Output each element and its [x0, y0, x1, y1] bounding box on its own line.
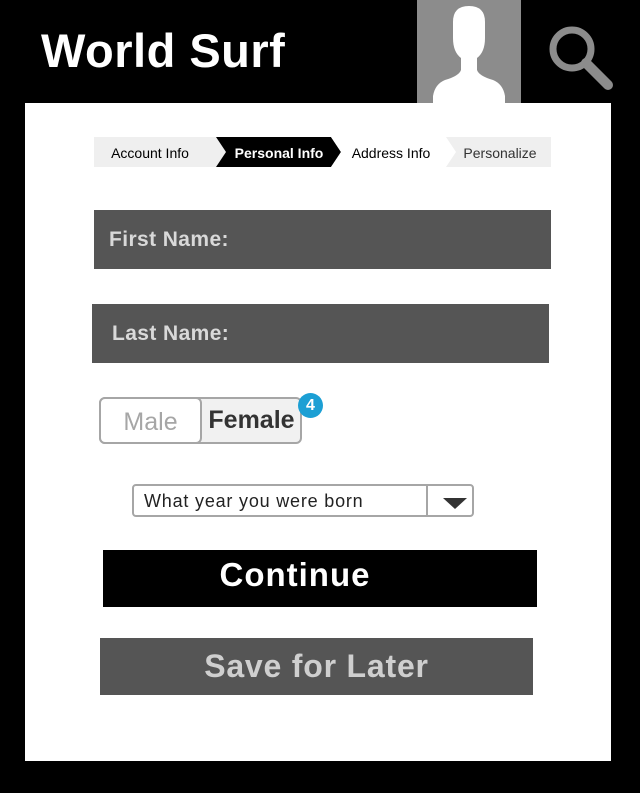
user-avatar-icon[interactable]	[417, 0, 521, 104]
first-name-label: First Name:	[109, 227, 229, 251]
gender-option-male[interactable]: Male	[99, 397, 202, 444]
gender-option-female[interactable]: Female	[202, 399, 301, 442]
app-title: World Surf	[41, 24, 286, 77]
chevron-down-icon[interactable]	[443, 497, 467, 515]
save-for-later-button[interactable]: Save for Later	[100, 638, 533, 695]
step-address-info[interactable]: Address Info	[341, 137, 441, 167]
select-divider	[426, 486, 428, 515]
gender-toggle: Male Female	[99, 397, 302, 444]
continue-button[interactable]: Continue	[103, 550, 537, 607]
search-icon[interactable]	[545, 22, 615, 92]
step-personalize[interactable]: Personalize	[456, 137, 544, 167]
step-progress: Account Info Personal Info Address Info …	[94, 137, 551, 167]
notification-badge: 4	[298, 393, 323, 418]
first-name-field[interactable]: First Name:	[94, 210, 551, 269]
step-personal-info[interactable]: Personal Info	[226, 137, 332, 167]
last-name-label: Last Name:	[112, 321, 230, 345]
last-name-field[interactable]: Last Name:	[92, 304, 549, 363]
birth-year-select[interactable]: What year you were born	[132, 484, 474, 517]
birth-year-value: What year you were born	[144, 491, 364, 511]
step-account-info[interactable]: Account Info	[94, 137, 206, 167]
